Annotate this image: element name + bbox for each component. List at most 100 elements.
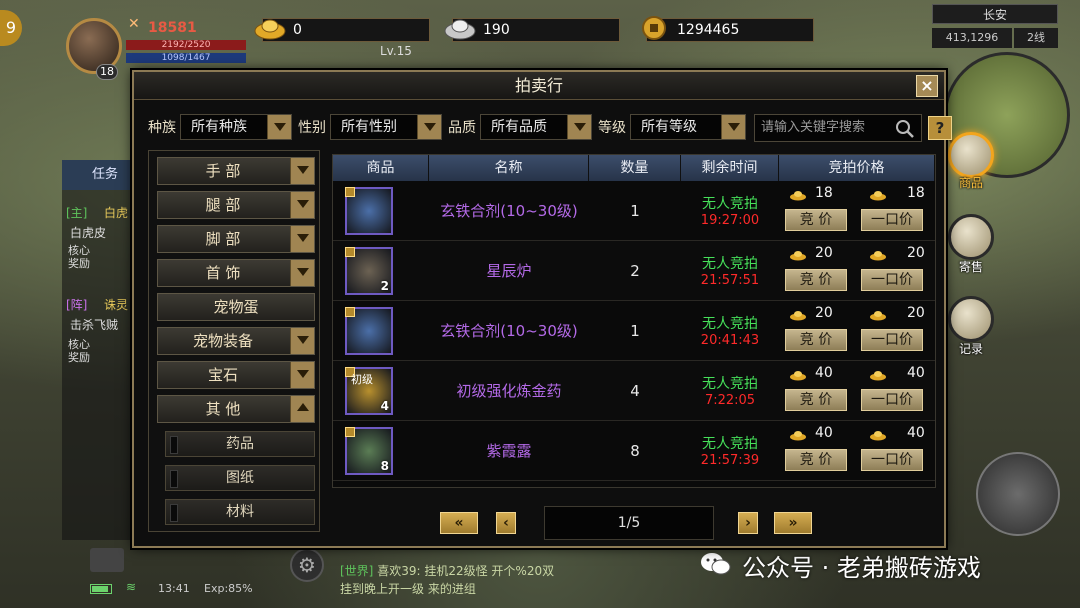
category-hands[interactable]: 手 部 bbox=[157, 157, 315, 185]
level-filter[interactable]: 所有等级 bbox=[630, 114, 746, 140]
table-row[interactable]: 初级 4 初级强化炼金药 4 无人竞拍 7:22:05 40 40 竞 价 一口… bbox=[333, 361, 935, 421]
attack-button[interactable] bbox=[976, 452, 1060, 536]
bid-button[interactable]: 竞 价 bbox=[785, 329, 847, 351]
time-remaining: 7:22:05 bbox=[704, 393, 756, 408]
quest-tab[interactable]: 任务 bbox=[62, 160, 134, 190]
category-legs[interactable]: 腿 部 bbox=[157, 191, 315, 219]
category-feet[interactable]: 脚 部 bbox=[157, 225, 315, 253]
table-row[interactable]: 玄铁合剂(10~30级) 1 无人竞拍 19:27:00 18 18 竞 价 一… bbox=[333, 181, 935, 241]
item-icon[interactable] bbox=[345, 307, 393, 355]
buyout-button[interactable]: 一口价 bbox=[861, 329, 923, 351]
chevron-down-icon bbox=[290, 260, 314, 286]
bid-button[interactable]: 竞 价 bbox=[785, 449, 847, 471]
buyout-button[interactable]: 一口价 bbox=[861, 389, 923, 411]
quest2-desc: 击杀飞贼 bbox=[70, 318, 119, 332]
search-icon[interactable] bbox=[895, 119, 915, 139]
category-gems[interactable]: 宝石 bbox=[157, 361, 315, 389]
shop-button[interactable] bbox=[948, 132, 994, 178]
category-jewelry[interactable]: 首 饰 bbox=[157, 259, 315, 287]
chevron-down-icon bbox=[290, 328, 314, 354]
quest1-desc: 白虎皮 bbox=[70, 226, 107, 240]
item-name: 玄铁合剂(10~30级) bbox=[440, 322, 578, 340]
category-label: 宠物蛋 bbox=[213, 298, 259, 316]
gender-filter[interactable]: 所有性别 bbox=[330, 114, 442, 140]
level-filter-label: 等级 bbox=[598, 120, 626, 136]
consign-button[interactable] bbox=[948, 214, 994, 260]
prev-page-button[interactable]: ‹ bbox=[496, 512, 516, 534]
quest1-tag: [主] bbox=[66, 206, 88, 220]
camera-icon[interactable] bbox=[90, 548, 124, 572]
chevron-down-icon bbox=[290, 362, 314, 388]
item-icon[interactable]: 初级 4 bbox=[345, 367, 393, 415]
item-quantity: 4 bbox=[630, 382, 640, 400]
gold-ingot-icon bbox=[790, 191, 806, 201]
buyout-button[interactable]: 一口价 bbox=[861, 269, 923, 291]
chat-box[interactable]: [世界] 喜欢39: 挂机22级怪 开个%20双 挂到晚上开一级 来的进组 bbox=[340, 562, 700, 602]
map-coords: 413,1296 bbox=[932, 28, 1012, 48]
silver-ingot-display[interactable]: 190 bbox=[444, 18, 620, 42]
buyout-price: 18 bbox=[907, 185, 925, 201]
record-button[interactable] bbox=[948, 296, 994, 342]
level-filter-value: 所有等级 bbox=[641, 119, 697, 135]
buyout-button[interactable]: 一口价 bbox=[861, 209, 923, 231]
battery-icon bbox=[90, 584, 112, 594]
wifi-icon: ≋ bbox=[126, 580, 137, 594]
subcategory-medicine[interactable]: 药品 bbox=[165, 431, 315, 457]
gold-ingot-icon bbox=[790, 431, 806, 441]
server-line[interactable]: 2线 bbox=[1014, 28, 1058, 48]
bid-button[interactable]: 竞 价 bbox=[785, 389, 847, 411]
mp-bar: 1098/1467 bbox=[126, 53, 246, 63]
search-placeholder: 请输入关键字搜索 bbox=[761, 120, 866, 135]
table-row[interactable]: 2 星辰炉 2 无人竞拍 21:57:51 20 20 竞 价 一口价 bbox=[333, 241, 935, 301]
item-corner-badge bbox=[345, 187, 355, 197]
bid-button[interactable]: 竞 价 bbox=[785, 269, 847, 291]
quest2-title[interactable]: 诛灵 bbox=[104, 296, 128, 313]
category-label: 手 部 bbox=[205, 162, 241, 180]
map-name[interactable]: 长安 bbox=[932, 4, 1058, 24]
chat-line-2: 挂到晚上开一级 来的进组 bbox=[340, 582, 476, 596]
category-pet-equipment[interactable]: 宠物装备 bbox=[157, 327, 315, 355]
gold-ingot-icon bbox=[870, 191, 886, 201]
close-button[interactable]: × bbox=[916, 75, 938, 97]
quality-filter[interactable]: 所有品质 bbox=[480, 114, 592, 140]
help-button[interactable]: ? bbox=[928, 116, 952, 140]
item-icon[interactable] bbox=[345, 187, 393, 235]
table-row[interactable]: 玄铁合剂(10~30级) 1 无人竞拍 20:41:43 20 20 竞 价 一… bbox=[333, 301, 935, 361]
item-icon-qty: 2 bbox=[380, 279, 389, 293]
last-page-button[interactable]: » bbox=[774, 512, 812, 534]
next-page-button[interactable]: › bbox=[738, 512, 758, 534]
table-header: 商品 名称 数量 剩余时间 竞拍价格 bbox=[333, 155, 935, 181]
race-filter[interactable]: 所有种族 bbox=[180, 114, 292, 140]
category-pet-egg[interactable]: 宠物蛋 bbox=[157, 293, 315, 321]
category-panel: 手 部 腿 部 脚 部 首 饰 宠物蛋 宠物装备 宝石 其 他 药品 图纸 材料 bbox=[148, 150, 320, 532]
bid-status: 无人竞拍 bbox=[702, 436, 758, 452]
table-row[interactable]: 8 紫霞露 8 无人竞拍 21:57:39 40 40 竞 价 一口价 bbox=[333, 421, 935, 481]
category-other[interactable]: 其 他 bbox=[157, 395, 315, 423]
gear-icon[interactable]: ⚙ bbox=[290, 548, 324, 582]
item-quantity: 1 bbox=[630, 202, 640, 220]
item-icon[interactable]: 2 bbox=[345, 247, 393, 295]
first-page-button[interactable]: « bbox=[440, 512, 478, 534]
quest1-title[interactable]: 白虎 bbox=[104, 204, 128, 221]
bid-button[interactable]: 竞 价 bbox=[785, 209, 847, 231]
item-icon[interactable]: 8 bbox=[345, 427, 393, 475]
category-label: 首 饰 bbox=[205, 264, 241, 282]
bid-status: 无人竞拍 bbox=[702, 196, 758, 212]
buyout-button[interactable]: 一口价 bbox=[861, 449, 923, 471]
gold-ingot-display[interactable]: 0 bbox=[254, 18, 430, 42]
coin-display[interactable]: 1294465 bbox=[642, 16, 814, 42]
wechat-icon bbox=[701, 553, 731, 575]
gold-ingot-icon bbox=[790, 311, 806, 321]
consign-label: 寄售 bbox=[958, 260, 983, 274]
subcategory-material[interactable]: 材料 bbox=[165, 499, 315, 525]
coin-value: 1294465 bbox=[677, 22, 740, 38]
search-input[interactable]: 请输入关键字搜索 bbox=[754, 114, 922, 142]
auction-table: 商品 名称 数量 剩余时间 竞拍价格 玄铁合剂(10~30级) 1 无人竞拍 1… bbox=[332, 154, 936, 488]
bid-price: 20 bbox=[815, 245, 833, 261]
subcategory-blueprint[interactable]: 图纸 bbox=[165, 465, 315, 491]
bid-price: 20 bbox=[815, 305, 833, 321]
watermark-text: 公众号 · 老弟搬砖游戏 bbox=[742, 554, 981, 582]
filter-bar: 种族 所有种族 性别 所有性别 品质 所有品质 等级 所有等级 请输入关键字搜索… bbox=[146, 112, 952, 142]
bid-price: 40 bbox=[815, 425, 833, 441]
vip-level: Lv.15 bbox=[380, 44, 412, 58]
